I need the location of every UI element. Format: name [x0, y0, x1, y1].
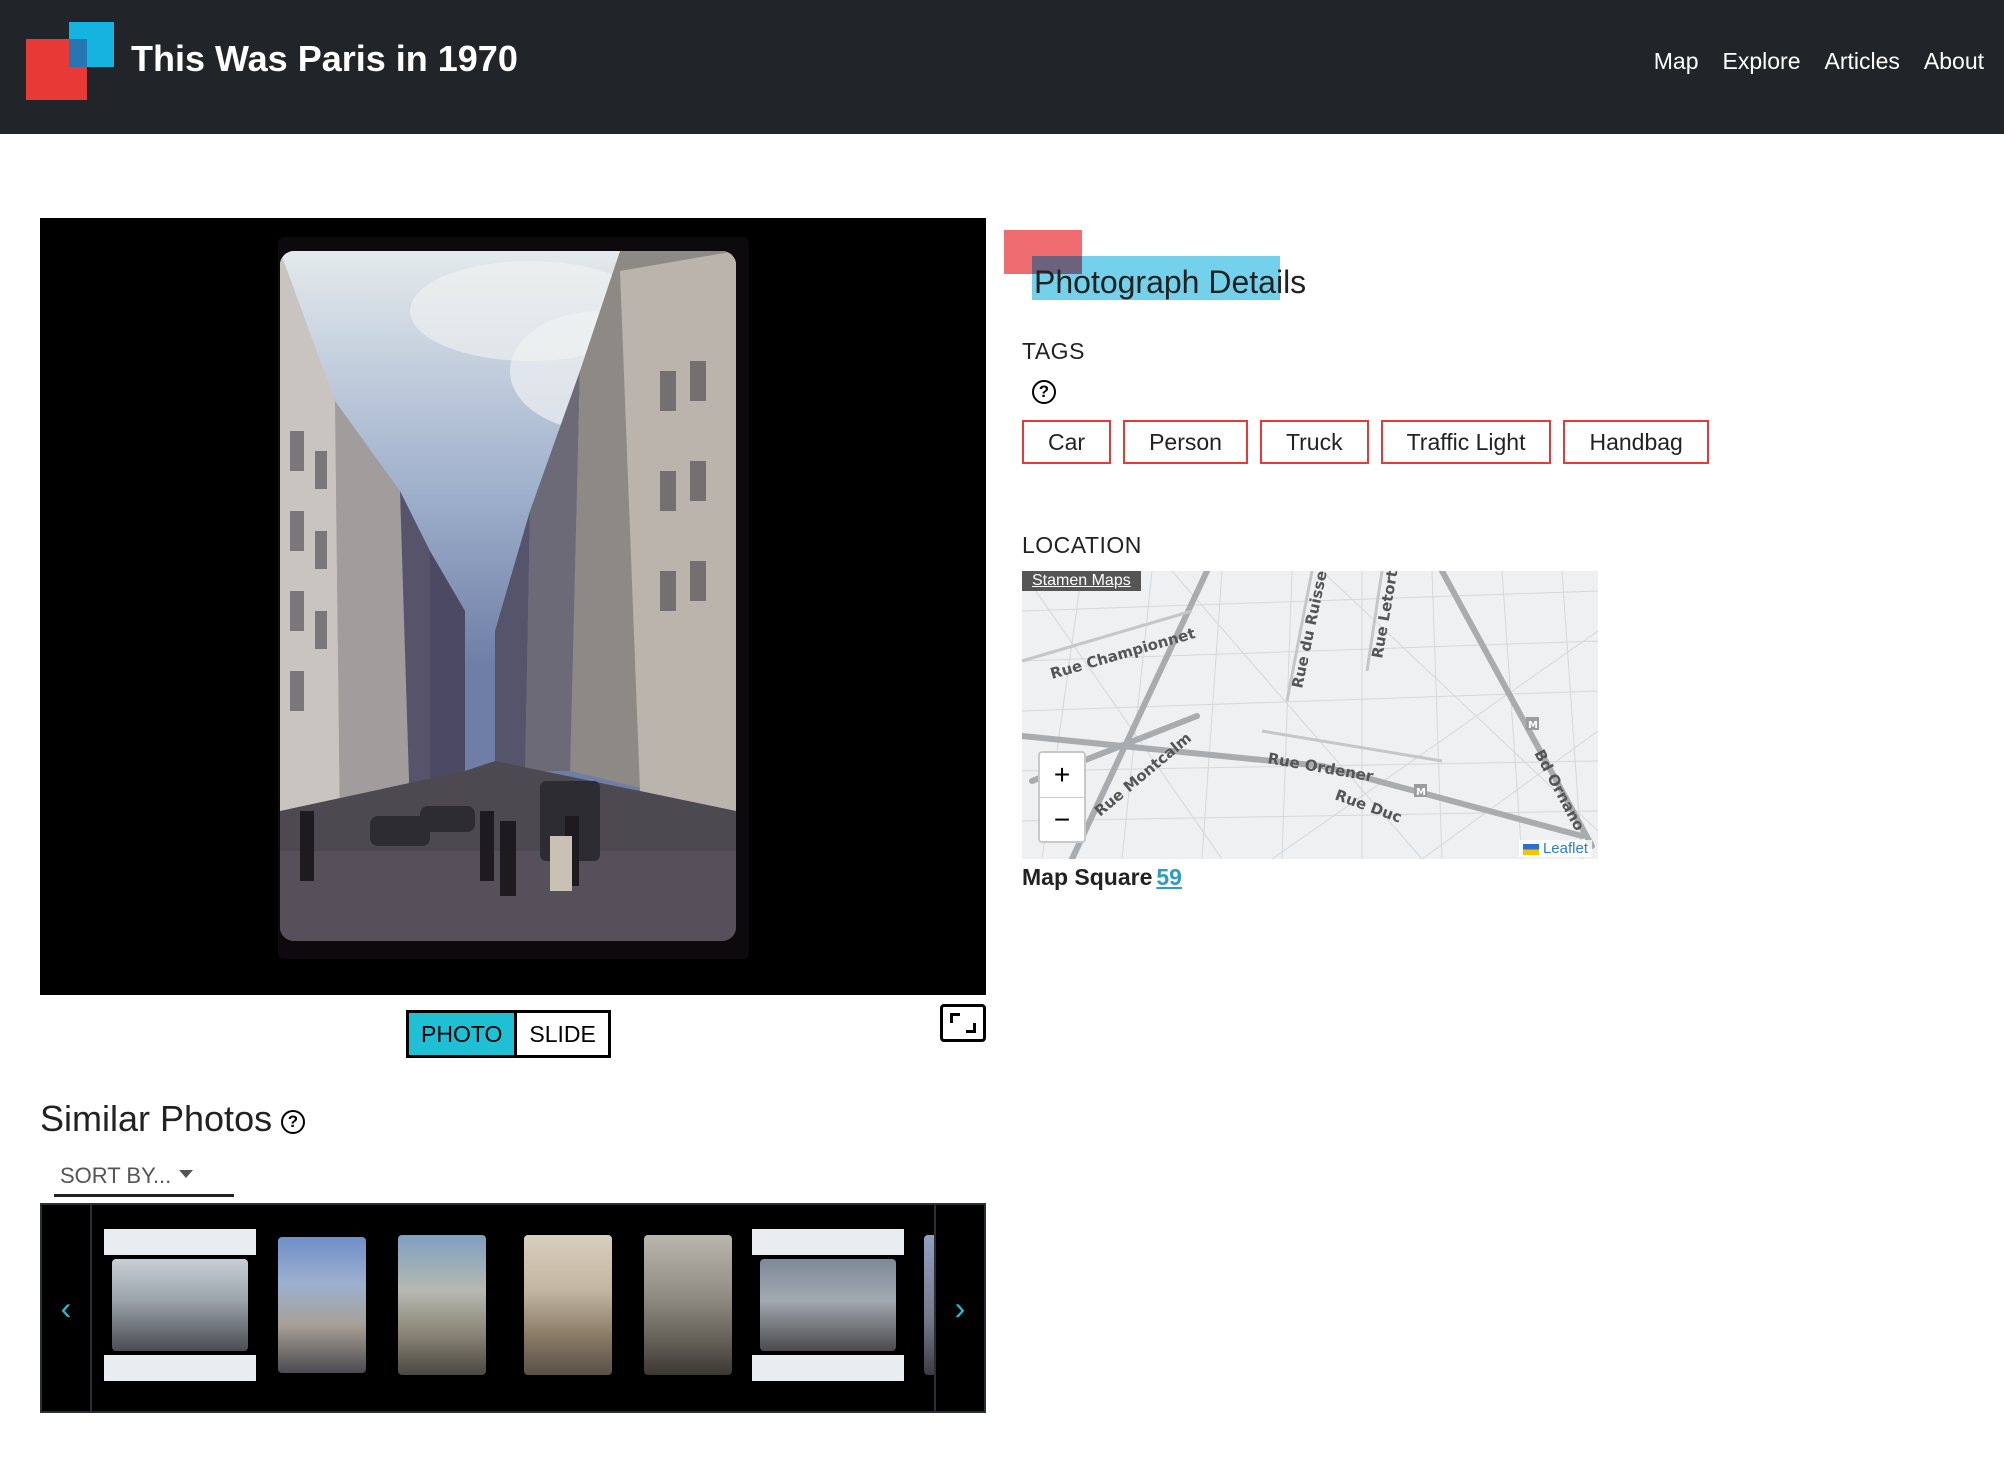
zoom-out-button[interactable]: − — [1040, 797, 1084, 841]
slide-border — [104, 1355, 256, 1381]
logo-overlap — [69, 39, 87, 67]
tag-truck[interactable]: Truck — [1259, 420, 1369, 464]
slide-mode-button[interactable]: SLIDE — [514, 1013, 608, 1055]
similar-photo-thumb[interactable] — [752, 1229, 904, 1381]
similar-photos-carousel: ‹ › — [40, 1203, 986, 1413]
site-header: This Was Paris in 1970 Map Explore Artic… — [0, 0, 2004, 134]
map-square: Map Square 59 — [1022, 864, 1182, 891]
similar-photos-heading: Similar Photos — [40, 1098, 273, 1139]
leaflet-label: Leaflet — [1542, 840, 1588, 857]
tag-handbag[interactable]: Handbag — [1563, 420, 1709, 464]
thumb-image — [112, 1259, 248, 1351]
nav-map-link[interactable]: Map — [1654, 48, 1699, 75]
similar-photo-thumb[interactable] — [398, 1229, 488, 1381]
help-icon[interactable]: ? — [281, 1110, 305, 1134]
tag-person[interactable]: Person — [1123, 420, 1248, 464]
zoom-in-button[interactable]: + — [1040, 753, 1084, 797]
sort-by-dropdown[interactable]: SORT BY... — [54, 1157, 234, 1197]
slide-border — [752, 1229, 904, 1255]
nav-explore-link[interactable]: Explore — [1723, 48, 1801, 75]
help-icon[interactable]: ? — [1032, 380, 1056, 404]
slide-border — [104, 1229, 256, 1255]
metro-icon: M — [1528, 720, 1538, 731]
street-scene-image — [280, 251, 736, 941]
carousel-next-button[interactable]: › — [934, 1205, 984, 1411]
caret-down-icon — [179, 1170, 194, 1179]
photo-mode-button[interactable]: PHOTO — [409, 1013, 515, 1055]
fullscreen-icon[interactable] — [940, 1004, 986, 1042]
tags-label: TAGS — [1022, 338, 1085, 364]
similar-photo-thumb[interactable] — [278, 1229, 368, 1381]
thumb-image — [278, 1237, 366, 1373]
map-square-link[interactable]: 59 — [1156, 864, 1182, 890]
main-nav: Map Explore Articles About — [1654, 48, 1984, 75]
similar-photo-thumb[interactable] — [524, 1229, 614, 1381]
leaflet-attribution[interactable]: Leaflet — [1518, 840, 1592, 857]
location-map[interactable]: Rue Championnet Rue du Ruisseau Rue Leto… — [1022, 571, 1598, 859]
nav-about-link[interactable]: About — [1924, 48, 1984, 75]
map-square-label: Map Square — [1022, 864, 1153, 890]
sort-by-label: SORT BY... — [60, 1163, 172, 1188]
map-zoom-control: + − — [1038, 751, 1086, 843]
photo-slide-toggle: PHOTO SLIDE — [406, 1010, 611, 1058]
ukraine-flag-icon — [1522, 843, 1539, 855]
map-attribution-link[interactable]: Stamen Maps — [1022, 571, 1141, 591]
thumb-image — [524, 1235, 612, 1375]
tag-car[interactable]: Car — [1022, 420, 1112, 464]
map-tiles: Rue Championnet Rue du Ruisseau Rue Leto… — [1022, 571, 1598, 859]
metro-icon: M — [1416, 787, 1426, 798]
fullscreen-corner — [966, 1023, 976, 1033]
main-photograph[interactable] — [280, 251, 736, 941]
thumb-image — [760, 1259, 896, 1351]
location-label: LOCATION — [1022, 532, 1142, 558]
carousel-prev-button[interactable]: ‹ — [42, 1205, 92, 1411]
site-title[interactable]: This Was Paris in 1970 — [131, 38, 518, 80]
nav-articles-link[interactable]: Articles — [1824, 48, 1899, 75]
photograph-details-heading: Photograph Details — [1034, 264, 1307, 300]
site-logo[interactable] — [26, 22, 116, 102]
fullscreen-corner — [950, 1013, 960, 1023]
slide-border — [752, 1355, 904, 1381]
tag-traffic-light[interactable]: Traffic Light — [1380, 420, 1552, 464]
thumb-image — [644, 1235, 732, 1375]
thumb-image — [398, 1235, 486, 1375]
tag-list: Car Person Truck Traffic Light Handbag — [1022, 420, 1709, 464]
similar-photo-thumb[interactable] — [104, 1229, 256, 1381]
similar-photo-thumb[interactable] — [644, 1229, 734, 1381]
